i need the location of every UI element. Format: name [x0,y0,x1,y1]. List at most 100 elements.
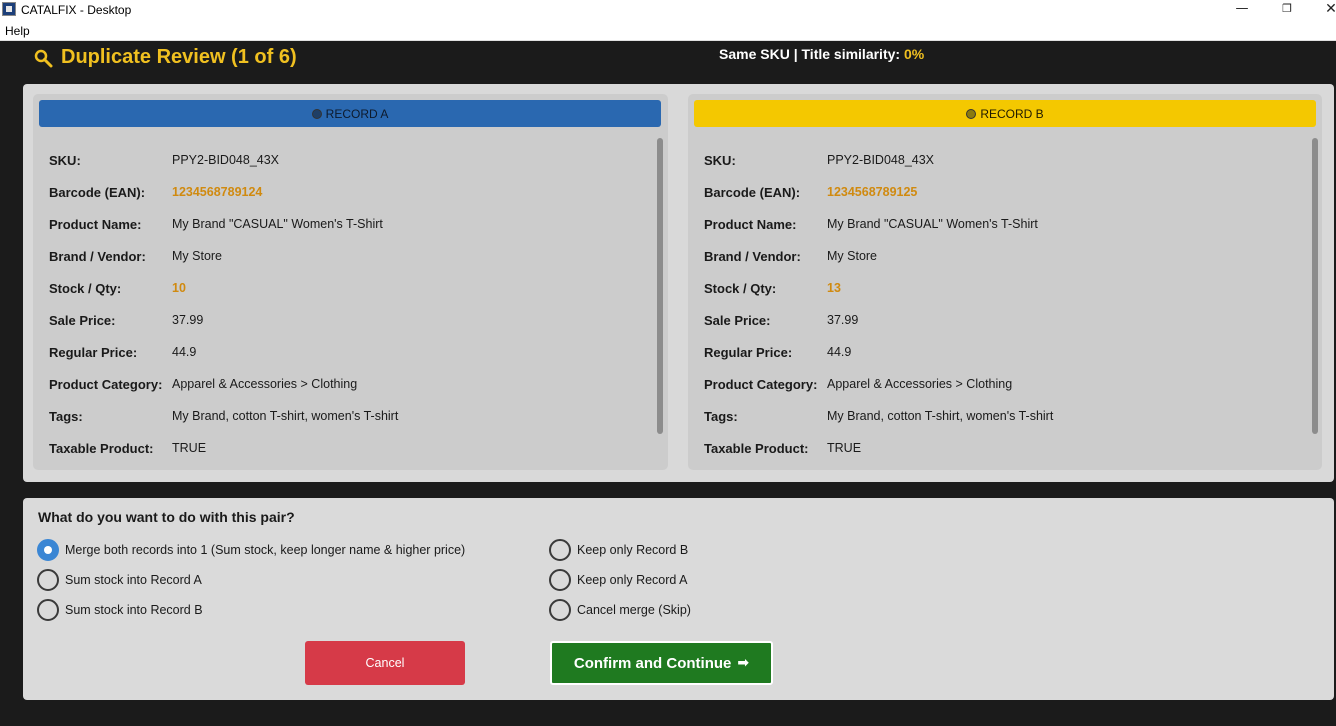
field-value: TRUE [827,441,862,455]
close-icon[interactable]: ✕ [1308,0,1336,20]
field-label: Taxable Product: [704,440,809,456]
radio-keep-a[interactable] [549,569,571,591]
merge-actions-panel: What do you want to do with this pair? M… [23,498,1334,700]
field-value: 44.9 [172,345,197,359]
field-value: 44.9 [827,345,852,359]
record-a-scrollbar[interactable] [656,138,664,434]
confirm-label: Confirm and Continue [573,654,732,672]
minimize-icon[interactable]: — [1219,0,1265,20]
field-value: My Brand "CASUAL" Women's T-Shirt [172,217,383,231]
option-merge-both[interactable]: Merge both records into 1 (Sum stock, ke… [37,539,465,561]
sku-similarity: Same SKU | Title similarity: 0% [719,46,924,62]
field-label: Product Name: [49,216,142,232]
record-b-scroll-thumb[interactable] [1312,138,1318,434]
record-a-title: RECORD A [325,106,389,121]
radio-skip[interactable] [549,599,571,621]
field-row: Stock / Qty: 13 [704,272,1053,304]
option-label: Merge both records into 1 (Sum stock, ke… [65,543,466,557]
field-value: PPY2-BID048_43X [172,153,280,167]
field-row: Barcode (EAN): 1234568789125 [704,176,1053,208]
radio-keep-b[interactable] [549,539,571,561]
field-row: Regular Price: 44.9 [704,336,1053,368]
field-row: Barcode (EAN): 1234568789124 [49,176,398,208]
field-value: My Store [827,249,878,263]
field-value: 37.99 [827,313,859,327]
field-value: PPY2-BID048_43X [827,153,935,167]
field-value: My Brand "CASUAL" Women's T-Shirt [827,217,1038,231]
radio-merge-both[interactable] [37,539,59,561]
record-b-card: RECORD B SKU: PPY2-BID048_43X Barcode (EA… [688,94,1322,470]
field-row: Brand / Vendor: My Store [704,240,1053,272]
confirm-continue-button[interactable]: Confirm and Continue ➡ [550,641,773,685]
merge-question: What do you want to do with this pair? [38,509,295,525]
field-label: SKU: [49,152,81,168]
field-row: Sale Price: 37.99 [704,304,1053,336]
record-a-dot-icon [311,108,322,119]
field-label: Barcode (EAN): [49,184,146,200]
field-label: Tags: [704,408,738,424]
field-row: Sale Price: 37.99 [49,304,398,336]
field-label: Regular Price: [704,344,793,360]
field-row: SKU: PPY2-BID048_43X [704,144,1053,176]
field-label: Stock / Qty: [704,280,777,296]
sku-similarity-label: Same SKU | Title similarity: [719,46,901,62]
option-label: Cancel merge (Skip) [577,603,691,617]
field-value: 37.99 [172,313,204,327]
field-value: My Store [172,249,223,263]
record-b-fields: SKU: PPY2-BID048_43X Barcode (EAN): 123456… [704,144,1053,464]
field-label: Regular Price: [49,344,138,360]
field-row: Taxable Product: TRUE [49,432,398,464]
option-keep-a[interactable]: Keep only Record A [549,569,688,591]
field-label: Brand / Vendor: [49,248,146,264]
field-row: Tags: My Brand, cotton T-shirt, women's T… [49,400,398,432]
field-row: Regular Price: 44.9 [49,336,398,368]
arrow-right-icon: ➡ [737,655,750,671]
restore-icon[interactable]: ❐ [1264,0,1310,20]
radio-sum-into-a[interactable] [37,569,59,591]
field-label: Brand / Vendor: [704,248,801,264]
field-row: Brand / Vendor: My Store [49,240,398,272]
option-sum-into-b[interactable]: Sum stock into Record B [37,599,203,621]
option-label: Keep only Record B [577,543,689,557]
page-title: Duplicate Review (1 of 6) [33,43,297,71]
field-value: 10 [172,281,186,295]
field-value: 13 [827,281,841,295]
record-a-fields: SKU: PPY2-BID048_43X Barcode (EAN): 123456… [49,144,398,464]
option-keep-b[interactable]: Keep only Record B [549,539,688,561]
record-a-header: RECORD A [39,100,661,127]
field-row: Product Name: My Brand "CASUAL" Women's T… [49,208,398,240]
field-row: Tags: My Brand, cotton T-shirt, women's T… [704,400,1053,432]
field-value: Apparel & Accessories > Clothing [172,377,358,391]
field-value: TRUE [172,441,207,455]
record-a-scroll-thumb[interactable] [657,138,663,434]
option-sum-into-a[interactable]: Sum stock into Record A [37,569,202,591]
option-label: Sum stock into Record A [65,573,202,587]
record-comparison: RECORD A SKU: PPY2-BID048_43X Barcode (EA… [23,84,1334,482]
review-title: Duplicate Review (1 of 6) [61,45,297,68]
cancel-button[interactable]: Cancel [305,641,465,685]
option-skip[interactable]: Cancel merge (Skip) [549,599,691,621]
record-a-card: RECORD A SKU: PPY2-BID048_43X Barcode (EA… [33,94,668,470]
radio-sum-into-b[interactable] [37,599,59,621]
app-area: Duplicate Review (1 of 6) Same SKU | Tit… [0,41,1336,726]
field-label: Sale Price: [704,312,771,328]
field-label: Barcode (EAN): [704,184,801,200]
similarity-value: 0% [903,46,925,62]
field-label: SKU: [704,152,736,168]
record-b-title: RECORD B [980,106,1044,121]
field-label: Stock / Qty: [49,280,122,296]
field-row: Taxable Product: TRUE [704,432,1053,464]
record-b-scrollbar[interactable] [1311,138,1319,434]
field-row: Product Name: My Brand "CASUAL" Women's T… [704,208,1053,240]
field-label: Product Category: [704,376,818,392]
field-row: SKU: PPY2-BID048_43X [49,144,398,176]
menu-bar: Help [0,20,1336,41]
field-value: 1234568789124 [172,185,263,199]
field-value: Apparel & Accessories > Clothing [827,377,1013,391]
field-row: Product Category: Apparel & Accessories >… [704,368,1053,400]
record-b-dot-icon [966,108,977,119]
search-icon [33,46,55,68]
app-icon [2,2,16,16]
field-label: Sale Price: [49,312,116,328]
menu-help[interactable]: Help [5,24,30,38]
